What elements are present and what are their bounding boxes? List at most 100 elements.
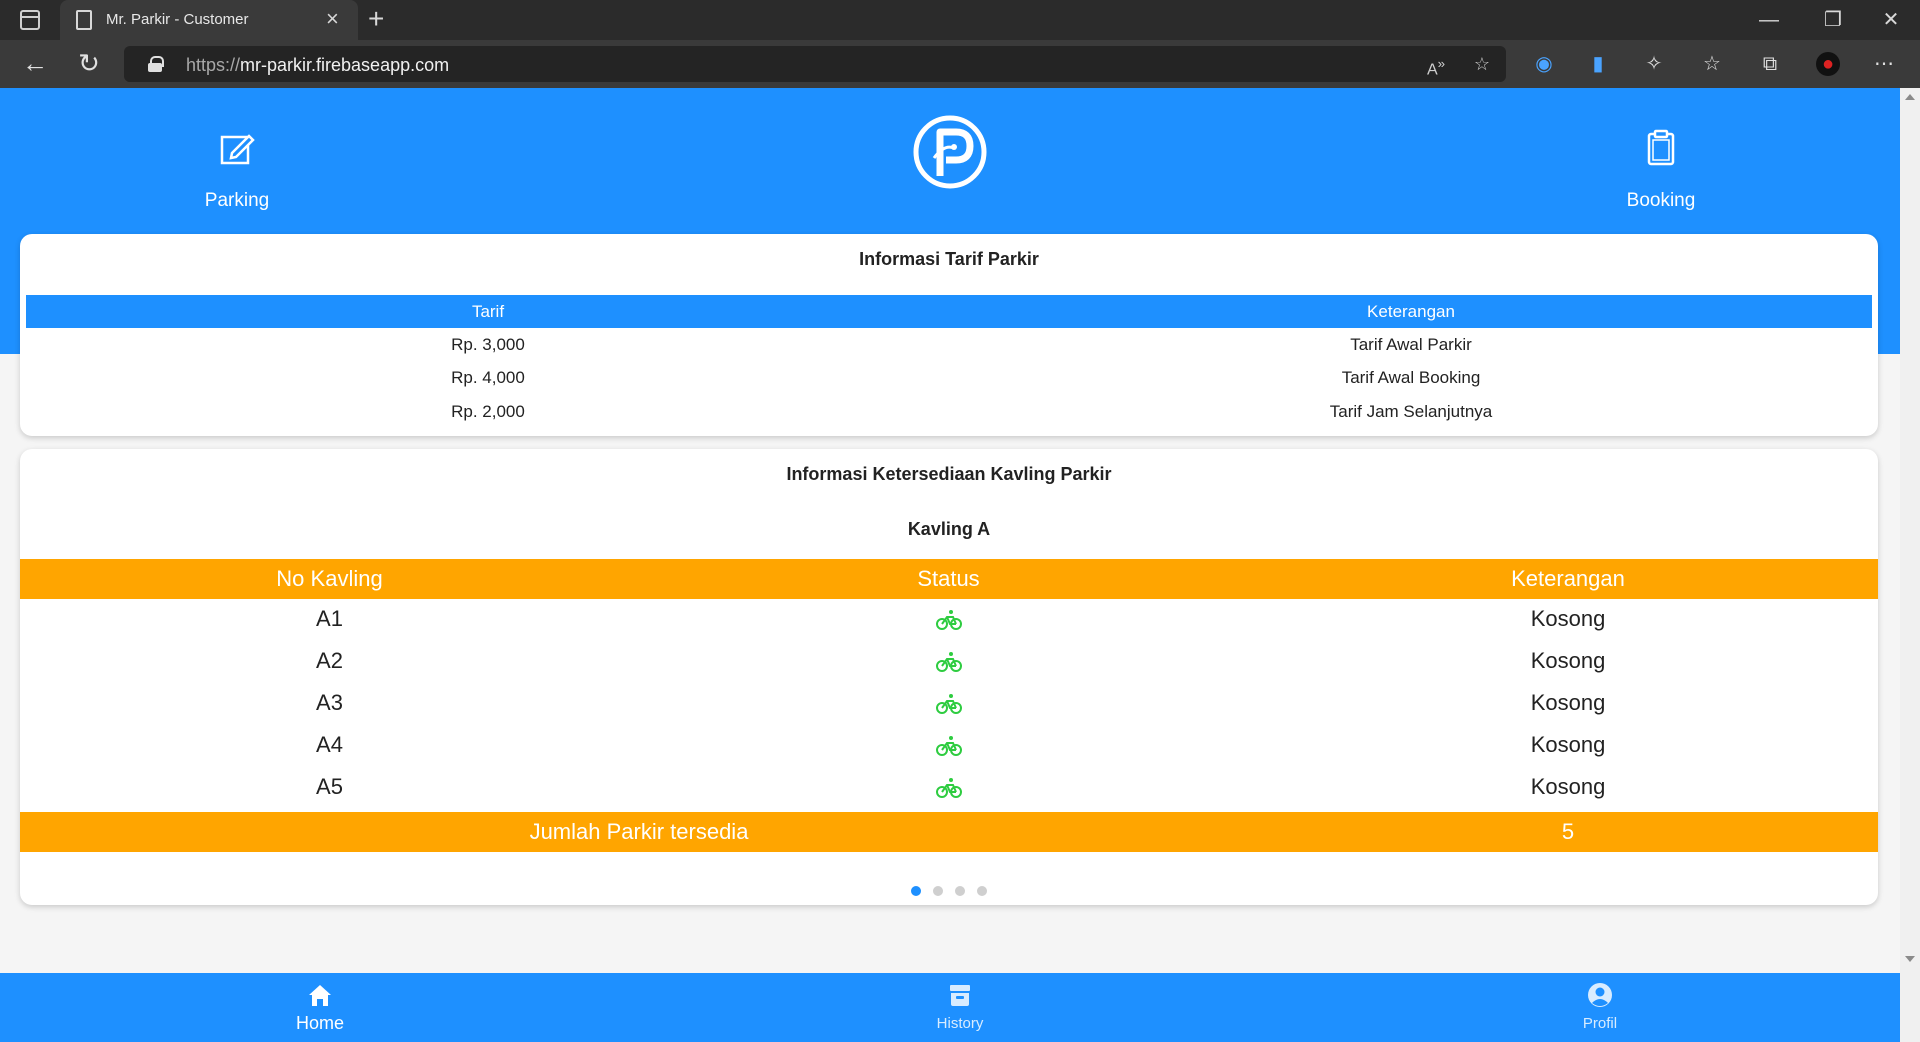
bottom-nav-profil[interactable]: Profil xyxy=(1500,981,1700,1032)
tab-collections-icon[interactable]: ⧉ xyxy=(1758,52,1782,76)
kavling-table-footer: Jumlah Parkir tersedia 5 xyxy=(20,812,1878,852)
kavling-section-title: Kavling A xyxy=(907,519,991,539)
tarif-table-header: Tarif Keterangan xyxy=(26,295,1872,328)
scroll-up-icon[interactable] xyxy=(1905,94,1915,100)
kavling-no: A3 xyxy=(316,690,343,715)
collections-icon[interactable]: ▮ xyxy=(1586,52,1610,76)
close-window-button[interactable]: ✕ xyxy=(1876,6,1906,34)
tab-actions-icon[interactable] xyxy=(20,10,40,30)
nav-booking[interactable]: Booking xyxy=(1561,128,1761,212)
url-text: https://mr-parkir.firebaseapp.com xyxy=(186,55,450,75)
pagination-dot[interactable] xyxy=(955,886,965,896)
bottom-navigation: Home History Profil xyxy=(0,973,1900,1042)
user-icon xyxy=(1588,983,1612,1007)
status-cell xyxy=(639,599,1258,639)
page: Parking Booking Informasi Tarif Parkir T… xyxy=(0,88,1900,1042)
pagination-dot[interactable] xyxy=(933,886,943,896)
scroll-down-icon[interactable] xyxy=(1905,956,1915,962)
tarif-header-tarif: Tarif xyxy=(471,302,505,321)
available-count-label: Jumlah Parkir tersedia xyxy=(529,819,749,844)
bike-icon xyxy=(935,652,962,673)
kavling-keterangan: Kosong xyxy=(1530,690,1606,715)
status-cell xyxy=(639,767,1258,807)
pagination-dot[interactable] xyxy=(911,886,921,896)
bottom-nav-history-label: History xyxy=(936,1015,984,1032)
back-icon[interactable]: ← xyxy=(18,48,52,78)
bottom-nav-home-label: Home xyxy=(295,1013,344,1033)
kavling-header-no: No Kavling xyxy=(276,566,383,591)
copilot-icon[interactable]: ◉ xyxy=(1532,52,1556,76)
table-row: A5 Kosong xyxy=(20,767,1878,809)
kavling-keterangan: Kosong xyxy=(1530,648,1606,673)
extensions-icon[interactable]: ✧ xyxy=(1642,52,1666,76)
pagination-dot[interactable] xyxy=(977,886,987,896)
table-row: Rp. 4,000 Tarif Awal Booking xyxy=(26,361,1872,394)
read-aloud-icon[interactable]: A» xyxy=(1424,52,1448,82)
tarif-keterangan: Tarif Jam Selanjutnya xyxy=(1329,402,1493,421)
browser-tab-bar: Mr. Parkir - Customer × + — ❐ ✕ xyxy=(0,0,1920,40)
new-tab-button[interactable]: + xyxy=(368,3,384,35)
parking-logo-icon[interactable] xyxy=(912,114,988,190)
url-field[interactable]: https://mr-parkir.firebaseapp.com A» ☆ xyxy=(124,46,1506,82)
status-cell xyxy=(639,725,1258,765)
bottom-nav-home[interactable]: Home xyxy=(220,981,420,1034)
kavling-no: A4 xyxy=(316,732,343,757)
tab-close-icon[interactable]: × xyxy=(326,6,339,32)
home-icon xyxy=(309,985,331,1006)
tarif-keterangan: Tarif Awal Booking xyxy=(1341,368,1481,387)
tarif-header-keterangan: Keterangan xyxy=(1367,302,1455,321)
tarif-value: Rp. 4,000 xyxy=(451,368,525,387)
kavling-no: A1 xyxy=(316,606,343,631)
tarif-value: Rp. 3,000 xyxy=(451,335,525,354)
add-favorite-icon[interactable]: ☆ xyxy=(1470,52,1494,76)
table-row: Rp. 2,000 Tarif Jam Selanjutnya xyxy=(26,395,1872,428)
minimize-button[interactable]: — xyxy=(1754,6,1784,34)
kavling-header-keterangan: Keterangan xyxy=(1511,566,1625,591)
carousel-pagination xyxy=(20,883,1878,901)
favorites-icon[interactable]: ☆ xyxy=(1700,52,1724,76)
lock-icon[interactable] xyxy=(148,56,164,72)
bottom-nav-profil-label: Profil xyxy=(1582,1015,1618,1032)
nav-parking[interactable]: Parking xyxy=(137,128,337,212)
status-cell xyxy=(639,641,1258,681)
bike-icon xyxy=(935,736,962,757)
tab-title: Mr. Parkir - Customer xyxy=(106,11,249,28)
bike-icon xyxy=(935,778,962,799)
kavling-no: A2 xyxy=(316,648,343,673)
bike-icon xyxy=(935,610,962,631)
more-menu-icon[interactable]: ⋯ xyxy=(1872,52,1896,76)
kavling-header-status: Status xyxy=(917,566,980,591)
tarif-value: Rp. 2,000 xyxy=(451,402,525,421)
kavling-card: Informasi Ketersediaan Kavling Parkir Ka… xyxy=(20,449,1878,905)
profile-avatar[interactable]: ● xyxy=(1816,52,1840,76)
browser-tab[interactable]: Mr. Parkir - Customer × xyxy=(60,0,358,40)
tarif-card: Informasi Tarif Parkir Tarif Keterangan … xyxy=(20,234,1878,436)
tarif-keterangan: Tarif Awal Parkir xyxy=(1350,335,1472,354)
table-row: A4 Kosong xyxy=(20,725,1878,767)
page-icon xyxy=(76,10,92,30)
table-row: A3 Kosong xyxy=(20,683,1878,725)
table-row: A1 Kosong xyxy=(20,599,1878,641)
kavling-keterangan: Kosong xyxy=(1530,606,1606,631)
kavling-keterangan: Kosong xyxy=(1530,774,1606,799)
browser-address-bar: ← ↻ https://mr-parkir.firebaseapp.com A»… xyxy=(0,40,1920,88)
kavling-keterangan: Kosong xyxy=(1530,732,1606,757)
page-scrollbar[interactable] xyxy=(1900,88,1920,1042)
status-cell xyxy=(639,683,1258,723)
kavling-title: Informasi Ketersediaan Kavling Parkir xyxy=(786,464,1112,484)
reload-icon[interactable]: ↻ xyxy=(72,48,106,78)
clipboard-icon xyxy=(1647,129,1675,166)
kavling-table-header: No Kavling Status Keterangan xyxy=(20,559,1878,599)
archive-icon xyxy=(950,985,970,1006)
available-count-value: 5 xyxy=(1561,819,1575,844)
bike-icon xyxy=(935,694,962,715)
kavling-no: A5 xyxy=(316,774,343,799)
edit-icon xyxy=(220,134,255,165)
restore-button[interactable]: ❐ xyxy=(1818,6,1848,34)
bottom-nav-history[interactable]: History xyxy=(860,981,1060,1032)
tarif-title: Informasi Tarif Parkir xyxy=(859,249,1039,269)
nav-booking-label: Booking xyxy=(1626,190,1696,211)
nav-parking-label: Parking xyxy=(204,190,270,211)
table-row: Rp. 3,000 Tarif Awal Parkir xyxy=(26,328,1872,361)
table-row: A2 Kosong xyxy=(20,641,1878,683)
